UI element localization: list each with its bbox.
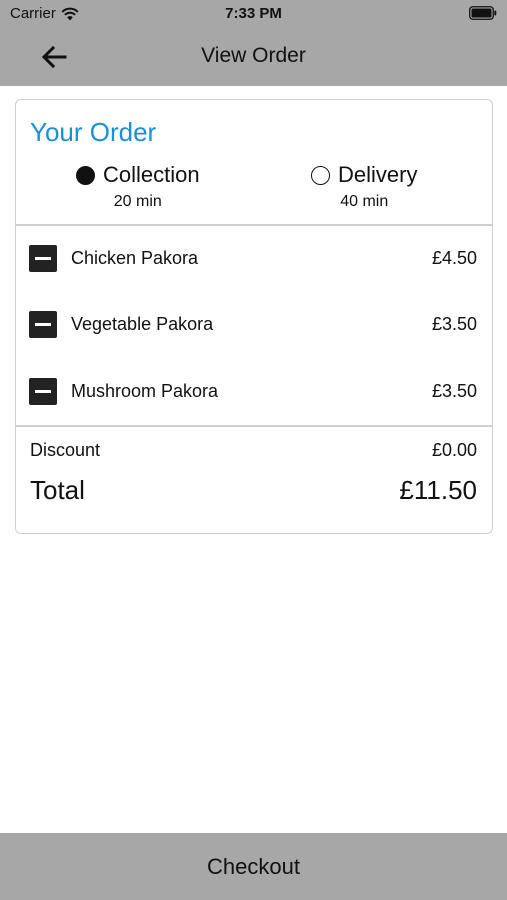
remove-item-button[interactable]	[29, 377, 57, 405]
page-title: View Order	[201, 44, 306, 67]
item-name: Chicken Pakora	[71, 247, 199, 268]
order-item: Chicken Pakora £4.50	[16, 225, 492, 292]
collection-radio-icon[interactable]	[76, 165, 95, 185]
order-item: Mushroom Pakora £3.50	[16, 358, 492, 425]
nav-bar: View Order	[0, 28, 507, 86]
battery-icon	[469, 6, 497, 20]
item-price: £3.50	[431, 380, 477, 401]
checkout-label: Checkout	[207, 853, 300, 879]
delivery-option[interactable]: Delivery 40 min	[311, 162, 417, 211]
order-item: Vegetable Pakora £3.50	[16, 292, 492, 359]
total-row: Total £11.50	[30, 475, 477, 506]
view-order-screen: Carrier 7:33 PM View Order Your Order Co…	[0, 0, 507, 900]
minus-icon	[35, 389, 51, 393]
status-time: 7:33 PM	[225, 5, 282, 22]
item-name: Mushroom Pakora	[71, 380, 219, 401]
order-items-list: Chicken Pakora £4.50 Vegetable Pakora £3…	[16, 225, 492, 425]
discount-value: £0.00	[431, 440, 477, 460]
checkout-button[interactable]: Checkout	[0, 833, 507, 900]
item-name: Vegetable Pakora	[71, 314, 214, 335]
discount-label: Discount	[30, 440, 101, 460]
item-price: £3.50	[431, 314, 477, 335]
discount-row: Discount £0.00	[30, 440, 477, 461]
minus-icon	[35, 323, 51, 327]
divider	[16, 425, 492, 427]
total-value: £11.50	[399, 475, 477, 505]
remove-item-button[interactable]	[29, 311, 57, 339]
order-card: Your Order Collection 20 min Delivery 40…	[15, 99, 493, 534]
status-bar: Carrier 7:33 PM	[0, 0, 507, 28]
delivery-time: 40 min	[340, 193, 389, 210]
collection-label: Collection	[103, 162, 200, 187]
collection-option[interactable]: Collection 20 min	[76, 162, 200, 211]
collection-time: 20 min	[113, 193, 162, 210]
total-label: Total	[30, 475, 85, 505]
remove-item-button[interactable]	[29, 244, 57, 272]
delivery-label: Delivery	[338, 162, 418, 187]
minus-icon	[35, 256, 51, 260]
item-price: £4.50	[431, 247, 477, 268]
order-title: Your Order	[30, 117, 157, 147]
delivery-radio-icon[interactable]	[311, 165, 330, 185]
header: Carrier 7:33 PM View Order	[0, 0, 507, 86]
